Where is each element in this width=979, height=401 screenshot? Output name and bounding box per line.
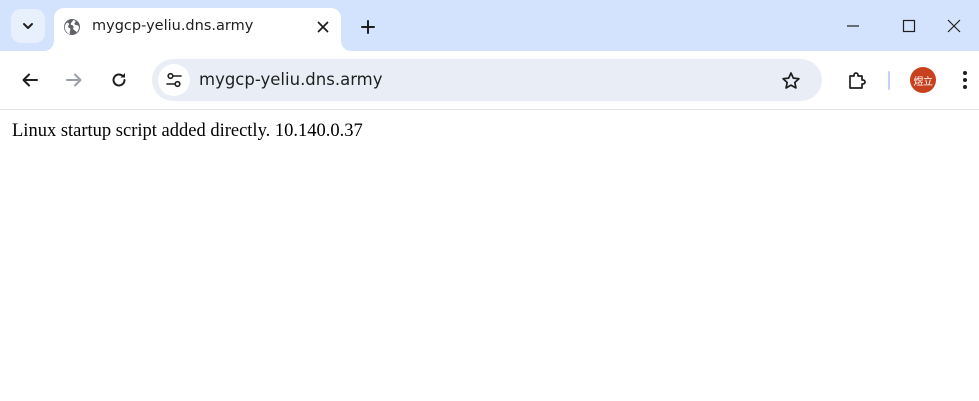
extensions-button[interactable]	[840, 63, 874, 97]
plus-icon	[361, 20, 375, 34]
puzzle-icon	[847, 70, 867, 90]
tune-icon	[165, 71, 183, 89]
menu-button[interactable]	[952, 63, 978, 97]
arrow-left-icon	[21, 71, 39, 89]
close-icon	[947, 19, 961, 33]
bookmark-button[interactable]	[778, 68, 804, 94]
url-text[interactable]: mygcp-yeliu.dns.army	[199, 70, 383, 89]
profile-avatar[interactable]: 煜立	[910, 67, 936, 93]
close-icon	[317, 21, 329, 33]
chevron-down-icon	[21, 19, 35, 33]
tab-search-button[interactable]	[11, 9, 45, 43]
page-body-text: Linux startup script added directly. 10.…	[12, 121, 363, 141]
browser-toolbar: mygcp-yeliu.dns.army 煜立	[0, 51, 979, 109]
maximize-icon	[902, 19, 916, 33]
globe-icon	[63, 18, 81, 36]
forward-button[interactable]	[57, 63, 91, 97]
new-tab-button[interactable]	[355, 14, 381, 40]
arrow-right-icon	[65, 71, 83, 89]
maximize-button[interactable]	[884, 0, 934, 51]
toolbar-separator	[888, 71, 890, 90]
close-tab-button[interactable]	[312, 16, 334, 38]
site-info-button[interactable]	[158, 64, 190, 96]
tab-strip: mygcp-yeliu.dns.army	[0, 0, 979, 51]
star-icon	[781, 71, 801, 91]
back-button[interactable]	[13, 63, 47, 97]
more-vertical-icon	[962, 70, 968, 90]
tab-title: mygcp-yeliu.dns.army	[92, 18, 254, 34]
close-window-button[interactable]	[929, 0, 979, 51]
address-bar[interactable]: mygcp-yeliu.dns.army	[152, 59, 822, 101]
reload-button[interactable]	[102, 63, 136, 97]
minimize-icon	[846, 19, 860, 33]
reload-icon	[110, 71, 128, 89]
page-content: Linux startup script added directly. 10.…	[0, 110, 979, 401]
minimize-button[interactable]	[828, 0, 878, 51]
active-tab[interactable]: mygcp-yeliu.dns.army	[54, 8, 341, 51]
